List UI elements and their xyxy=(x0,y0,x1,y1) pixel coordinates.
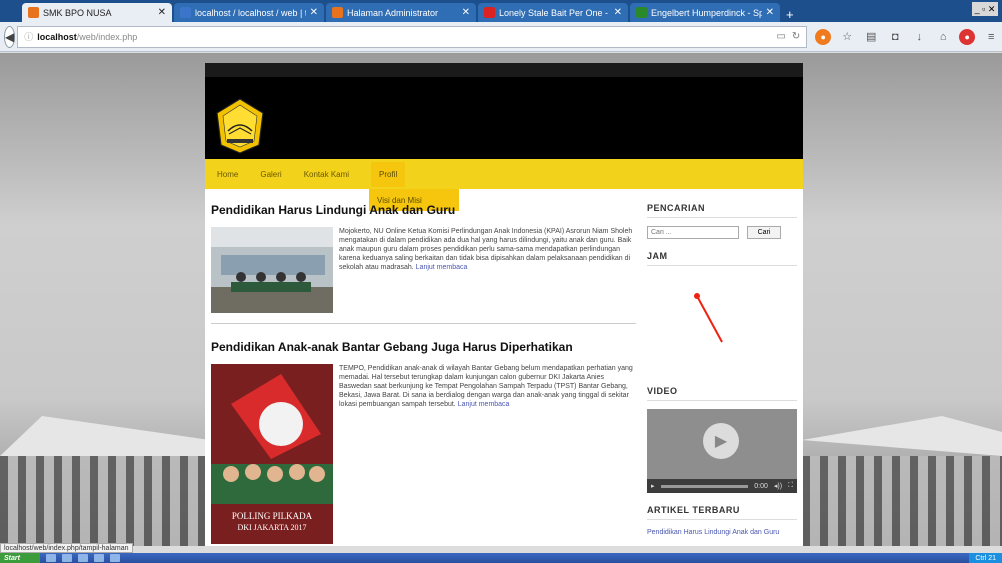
browser-tab[interactable]: Lonely Stale Bait Per One - E... ✕ xyxy=(478,3,628,22)
os-taskbar: Start Ctrl 21 xyxy=(0,553,1002,563)
browser-tab[interactable]: SMK BPO NUSA ✕ xyxy=(22,3,172,22)
main-menu: Home Galeri Kontak Kami Profil Visi dan … xyxy=(205,159,803,211)
download-icon[interactable]: ↓ xyxy=(911,29,927,45)
pocket-icon[interactable]: ◘ xyxy=(887,29,903,45)
toolbar-icons: ● ☆ ▤ ◘ ↓ ⌂ ● ≡ xyxy=(815,28,1002,45)
menu-item-galeri[interactable]: Galeri xyxy=(260,170,281,179)
tab-title: Engelbert Humperdinck - Spo... xyxy=(651,7,762,18)
tab-favicon-icon xyxy=(28,7,39,18)
read-more-link[interactable]: Lanjut membaca xyxy=(416,264,468,271)
menu-icon[interactable]: ≡ xyxy=(983,29,999,45)
tab-title: SMK BPO NUSA xyxy=(43,7,112,18)
status-url: localhost/web/index.php/tampil-halaman xyxy=(0,543,133,553)
browser-tab[interactable]: localhost / localhost / web | t... ✕ xyxy=(174,3,324,22)
read-more-link[interactable]: Lanjut membaca xyxy=(458,401,510,408)
taskbar-app-icon[interactable] xyxy=(110,554,120,562)
tab-favicon-icon xyxy=(332,7,343,18)
search-button[interactable]: Cari xyxy=(747,226,781,239)
site-header xyxy=(205,77,803,159)
window-controls[interactable]: _ ▫ ✕ xyxy=(972,2,998,16)
volume-icon[interactable]: ◂)) xyxy=(774,482,782,490)
tab-close-icon[interactable]: ✕ xyxy=(310,7,318,18)
browser-nav-bar: ◀ ⓘ localhost /web/index.php ▭ ↻ ● ☆ ▤ ◘… xyxy=(0,22,1002,52)
latest-article-link[interactable]: Pendidikan Harus Lindungi Anak dan Guru xyxy=(647,528,797,537)
fullscreen-icon[interactable]: ⛶ xyxy=(788,482,793,490)
post-title[interactable]: Pendidikan Harus Lindungi Anak dan Guru xyxy=(211,203,636,217)
back-arrow-icon: ◀ xyxy=(5,29,15,44)
taskbar-app-icon[interactable] xyxy=(94,554,104,562)
url-bar[interactable]: ⓘ localhost /web/index.php ▭ ↻ xyxy=(17,25,808,48)
bookmarks-list-icon[interactable]: ▤ xyxy=(863,29,879,45)
search-widget-title: PENCARIAN xyxy=(647,203,797,218)
video-controls: ▸ 0:00 ◂)) ⛶ xyxy=(647,479,797,493)
menu-item-home[interactable]: Home xyxy=(217,170,238,179)
reload-icon[interactable]: ↻ xyxy=(792,31,800,42)
background-building xyxy=(0,456,210,546)
search-input[interactable] xyxy=(647,226,739,239)
clock-hand-arrow xyxy=(694,293,723,343)
reader-icon[interactable]: ▭ xyxy=(776,31,785,42)
menu-item-kontak[interactable]: Kontak Kami xyxy=(304,170,349,179)
tab-favicon-icon xyxy=(180,7,191,18)
play-icon[interactable]: ▶ xyxy=(703,423,739,459)
poster-line-1: POLLING PILKADA xyxy=(232,511,313,521)
tab-title: localhost / localhost / web | t... xyxy=(195,7,306,18)
post-excerpt: Mojokerto, NU Online Ketua Komisi Perlin… xyxy=(339,227,636,313)
background-roof xyxy=(802,416,1002,456)
video-player[interactable]: ▶ ▸ 0:00 ◂)) ⛶ xyxy=(647,409,797,493)
home-icon[interactable]: ⌂ xyxy=(935,29,951,45)
addon-icon[interactable]: ● xyxy=(815,28,832,45)
video-widget-title: VIDEO xyxy=(647,386,797,401)
info-icon: ⓘ xyxy=(24,32,34,42)
video-time: 0:00 xyxy=(754,482,768,490)
url-path: /web/index.php xyxy=(76,31,138,42)
clock-widget xyxy=(647,274,797,386)
tab-close-icon[interactable]: ✕ xyxy=(766,7,774,18)
tab-favicon-icon xyxy=(636,7,647,18)
background-building xyxy=(802,456,1002,546)
latest-widget-title: ARTIKEL TERBARU xyxy=(647,505,797,520)
search-widget: Cari xyxy=(647,226,797,239)
bookmark-star-icon[interactable]: ☆ xyxy=(839,29,855,45)
post-thumbnail[interactable]: POLLING PILKADA DKI JAKARTA 2017 xyxy=(211,364,333,544)
tab-favicon-icon xyxy=(484,7,495,18)
post-item: Pendidikan Harus Lindungi Anak dan Guru xyxy=(211,203,636,324)
tab-title: Halaman Administrator xyxy=(347,7,439,18)
post-thumbnail[interactable] xyxy=(211,227,333,313)
background-roof xyxy=(0,416,210,456)
taskbar-app-icon[interactable] xyxy=(78,554,88,562)
taskbar-app-icon[interactable] xyxy=(62,554,72,562)
tab-close-icon[interactable]: ✕ xyxy=(158,7,166,18)
new-tab-button[interactable]: + xyxy=(786,7,794,22)
menu-item-profil[interactable]: Profil xyxy=(371,161,406,187)
video-play-icon[interactable]: ▸ xyxy=(651,482,655,490)
taskbar-app-icon[interactable] xyxy=(46,554,56,562)
url-host: localhost xyxy=(37,31,77,42)
browser-tab[interactable]: Engelbert Humperdinck - Spo... ✕ xyxy=(630,3,780,22)
school-logo[interactable] xyxy=(215,97,265,155)
post-divider xyxy=(211,323,636,324)
site-topbar xyxy=(205,63,803,77)
tab-close-icon[interactable]: ✕ xyxy=(614,7,622,18)
browser-tab[interactable]: Halaman Administrator ✕ xyxy=(326,3,476,22)
taskbar-clock[interactable]: Ctrl 21 xyxy=(969,553,1002,563)
post-excerpt: TEMPO, Pendidikan anak-anak di wilayah B… xyxy=(339,364,636,544)
browser-tab-bar: SMK BPO NUSA ✕ localhost / localhost / web… xyxy=(0,0,1002,22)
sidebar: PENCARIAN Cari JAM VIDEO ▶ ▸ 0:00 ◂)) xyxy=(647,203,797,537)
extension-icon[interactable]: ● xyxy=(959,28,976,45)
tab-title: Lonely Stale Bait Per One - E... xyxy=(499,7,610,18)
poster-line-2: DKI JAKARTA 2017 xyxy=(237,523,306,532)
post-item: Pendidikan Anak-anak Bantar Gebang Juga … xyxy=(211,340,636,544)
start-button[interactable]: Start xyxy=(0,553,40,563)
post-title[interactable]: Pendidikan Anak-anak Bantar Gebang Juga … xyxy=(211,340,636,354)
excerpt-text: Mojokerto, NU Online Ketua Komisi Perlin… xyxy=(339,228,633,271)
back-button[interactable]: ◀ xyxy=(4,25,16,48)
site-container: Home Galeri Kontak Kami Profil Visi dan … xyxy=(205,63,803,546)
tab-close-icon[interactable]: ✕ xyxy=(462,7,470,18)
post-list: Pendidikan Harus Lindungi Anak dan Guru xyxy=(211,203,636,546)
video-seekbar[interactable] xyxy=(660,484,749,488)
clock-widget-title: JAM xyxy=(647,251,797,266)
page-viewport: Home Galeri Kontak Kami Profil Visi dan … xyxy=(0,53,1002,546)
